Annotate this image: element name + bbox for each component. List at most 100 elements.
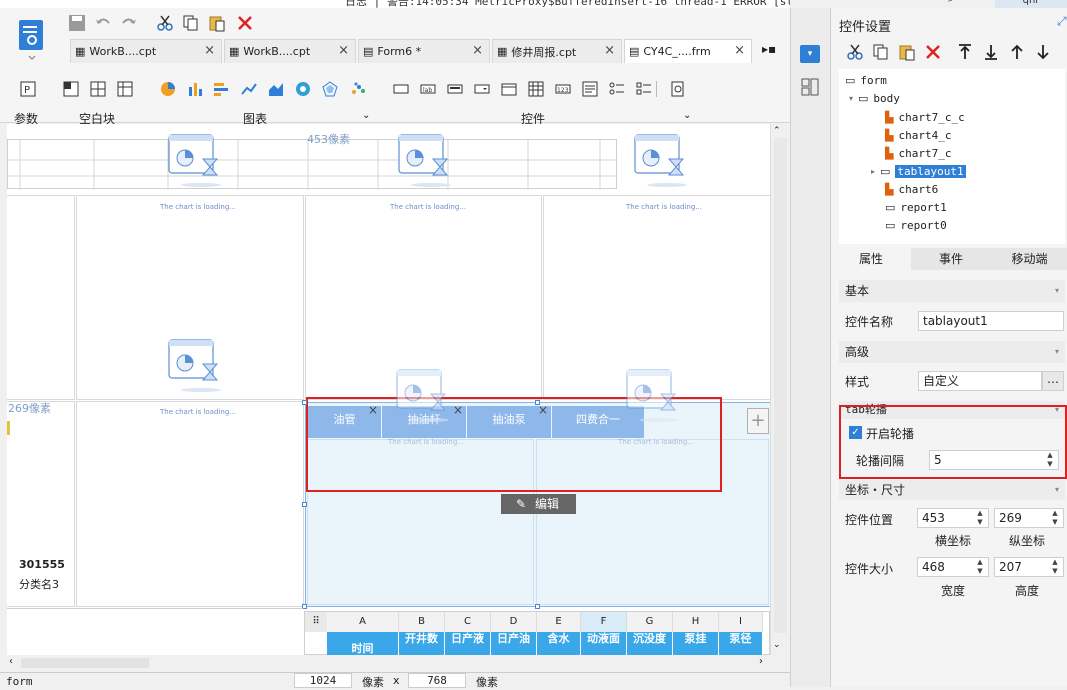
widget-name-input[interactable]: tablayout1: [918, 311, 1064, 331]
style-input[interactable]: 自定义: [918, 371, 1042, 391]
cut-icon[interactable]: [156, 14, 174, 32]
bar-chart-icon[interactable]: [187, 81, 203, 97]
textbox-widget-icon[interactable]: [393, 81, 409, 97]
expand-icon[interactable]: ⤢: [1057, 14, 1067, 29]
sheet-header-cell[interactable]: 含水: [537, 632, 581, 655]
scroll-down-icon[interactable]: ⌄: [773, 640, 781, 650]
tree-item-chart4c[interactable]: ▙ chart4_c: [885, 127, 951, 144]
chevron-down-icon[interactable]: ⌄: [683, 110, 691, 121]
combo-widget-icon[interactable]: [474, 81, 490, 97]
template-icon[interactable]: [14, 16, 50, 60]
spinner-arrows[interactable]: ▲ ▼: [974, 558, 986, 576]
tree-item-chart7cc[interactable]: ▙ chart7_c_c: [885, 109, 965, 126]
number-widget-icon[interactable]: 123: [555, 81, 571, 97]
sheet-col-header[interactable]: B: [399, 612, 445, 632]
tree-item-report0[interactable]: ▭ report0: [885, 217, 947, 234]
sheet-col-header[interactable]: H: [673, 612, 719, 632]
resize-handle[interactable]: [302, 400, 307, 405]
horizontal-scrollbar[interactable]: ‹ ›: [7, 655, 770, 671]
move-top-icon[interactable]: [956, 43, 974, 61]
add-tab-button[interactable]: +: [747, 408, 769, 434]
grid-widget-icon[interactable]: [528, 81, 544, 97]
tab-workbook-1[interactable]: ▦ WorkB....cpt ×: [70, 39, 222, 63]
hbar-chart-icon[interactable]: [213, 81, 229, 97]
label-widget-icon[interactable]: lab: [420, 81, 436, 97]
param-icon[interactable]: P: [20, 81, 36, 97]
tree-item-chart6[interactable]: ▙ chart6: [885, 181, 938, 198]
gauge-chart-icon[interactable]: [295, 81, 311, 97]
chevron-right-icon[interactable]: ▸: [871, 167, 875, 176]
blank-block-icon-1[interactable]: [63, 81, 79, 97]
undo-icon[interactable]: [94, 14, 112, 32]
design-canvas[interactable]: 453像素 油管× 抽油杆× 抽油泵× 四费合一 + ✎编辑 269像素 301…: [7, 124, 770, 655]
sheet-col-header[interactable]: F: [581, 612, 627, 632]
redo-icon[interactable]: [120, 14, 138, 32]
sheet-header-cell[interactable]: 开井数: [399, 632, 445, 655]
sheet-col-header[interactable]: I: [719, 612, 763, 632]
tab-properties[interactable]: 属性: [831, 248, 911, 270]
sheet-header-cell[interactable]: 泵径: [719, 632, 763, 655]
pie-chart-icon[interactable]: [160, 81, 176, 97]
chart-cell-partial[interactable]: [7, 195, 75, 400]
file-search-icon[interactable]: [670, 81, 686, 97]
sheet-col-header[interactable]: G: [627, 612, 673, 632]
vertical-scrollbar[interactable]: ⌃ ⌄: [770, 124, 790, 655]
scroll-thumb[interactable]: [774, 138, 787, 633]
sheet-header-cell[interactable]: 日产油: [491, 632, 537, 655]
chevron-down-icon[interactable]: ▾: [849, 94, 853, 103]
tab-form6[interactable]: ▤ Form6 * ×: [358, 39, 490, 63]
size-h-input[interactable]: 207 ▲ ▼: [994, 557, 1064, 577]
sheet-col-header[interactable]: D: [491, 612, 537, 632]
sheet-col-header[interactable]: C: [445, 612, 491, 632]
close-icon[interactable]: ×: [604, 43, 615, 58]
layout-icon[interactable]: [801, 78, 819, 96]
paste-icon[interactable]: [208, 14, 226, 32]
search-icon[interactable]: ⌕: [948, 0, 966, 8]
section-advanced[interactable]: 高级 ▾: [839, 341, 1065, 363]
sheet-col-header[interactable]: A: [327, 612, 399, 632]
style-more-button[interactable]: …: [1042, 371, 1064, 391]
tree-item-body[interactable]: ▾ ▭ body: [849, 90, 900, 107]
spinner-arrows[interactable]: ▲ ▼: [1049, 558, 1061, 576]
cut-icon[interactable]: [846, 43, 864, 61]
move-up-icon[interactable]: [1008, 43, 1026, 61]
area-chart-icon[interactable]: [268, 81, 284, 97]
scroll-left-icon[interactable]: ‹: [9, 656, 13, 667]
button-widget-icon[interactable]: [447, 81, 463, 97]
resize-handle[interactable]: [302, 502, 307, 507]
close-icon[interactable]: ×: [338, 43, 349, 58]
tab-cy4c[interactable]: ▤ CY4C_....frm ×: [624, 39, 752, 63]
delete-icon[interactable]: [236, 14, 254, 32]
close-icon[interactable]: ×: [472, 43, 483, 58]
edit-button[interactable]: ✎ 编辑: [501, 494, 576, 514]
blank-block-icon-2[interactable]: [90, 81, 106, 97]
tree-item-form[interactable]: ▭ form: [845, 72, 887, 89]
size-w-input[interactable]: 468 ▲ ▼: [917, 557, 989, 577]
sheet-header-cell[interactable]: 沉没度: [627, 632, 673, 655]
section-basic[interactable]: 基本 ▾: [839, 280, 1065, 302]
sheet-widget[interactable]: ⠿ ABCDEFGHI 时间 开井数 日产液 日产油 含水 动液面 沉没度 泵挂 泵径: [304, 611, 770, 655]
tree-item-chart7c[interactable]: ▙ chart7_c: [885, 145, 951, 162]
canvas-height-input[interactable]: 768: [408, 673, 466, 688]
canvas-width-input[interactable]: 1024: [294, 673, 352, 688]
tree-item-tablayout1[interactable]: ▸ ▭ tablayout1: [871, 163, 966, 180]
spinner-arrows[interactable]: ▲ ▼: [1049, 509, 1061, 527]
sheet-header-cell[interactable]: 泵挂: [673, 632, 719, 655]
scroll-right-icon[interactable]: ›: [759, 656, 763, 667]
paste-icon[interactable]: [898, 43, 916, 61]
sheet-header-cell[interactable]: 时间: [327, 632, 399, 655]
datetime-widget-icon[interactable]: [501, 81, 517, 97]
move-down-icon[interactable]: [1034, 43, 1052, 61]
tab-events[interactable]: 事件: [911, 248, 991, 270]
scroll-up-icon[interactable]: ⌃: [773, 126, 781, 136]
line-chart-icon[interactable]: [241, 81, 257, 97]
close-icon[interactable]: ×: [734, 43, 745, 58]
tab-workbook-2[interactable]: ▦ WorkB....cpt ×: [224, 39, 356, 63]
tree-item-report1[interactable]: ▭ report1: [885, 199, 947, 216]
sheet-header-cell[interactable]: 动液面: [581, 632, 627, 655]
radio-group-icon[interactable]: [609, 81, 625, 97]
pos-x-input[interactable]: 453 ▲ ▼: [917, 508, 989, 528]
scroll-thumb[interactable]: [21, 658, 149, 668]
tab-menu-icon[interactable]: ▸▪: [762, 42, 776, 56]
chevron-down-icon[interactable]: ⌄: [362, 110, 370, 121]
